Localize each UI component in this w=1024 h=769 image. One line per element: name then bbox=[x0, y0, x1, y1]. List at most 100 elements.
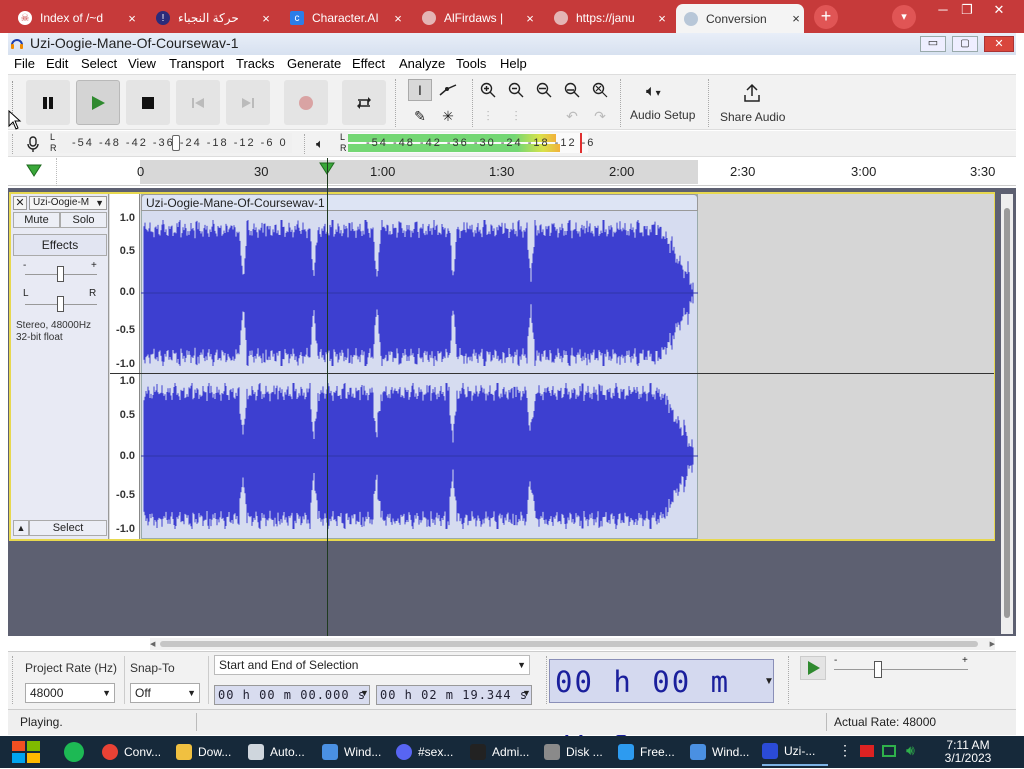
menu-select[interactable]: Select bbox=[81, 56, 117, 71]
track-empty-region[interactable] bbox=[698, 194, 994, 539]
pan-slider-thumb[interactable] bbox=[57, 296, 64, 312]
redo-icon[interactable]: ↷ bbox=[588, 105, 612, 127]
window-minimize-button[interactable]: ▭ bbox=[920, 36, 946, 52]
fit-project-icon[interactable] bbox=[560, 79, 584, 101]
tab-close-icon[interactable]: × bbox=[788, 11, 804, 26]
more-icon[interactable]: ⋮ bbox=[838, 742, 852, 759]
clip-title[interactable]: Uzi-Oogie-Mane-Of-Coursewav-1 bbox=[141, 194, 698, 211]
fit-selection-icon[interactable] bbox=[532, 79, 556, 101]
taskbar-item[interactable]: Dow... bbox=[176, 738, 242, 766]
menu-transport[interactable]: Transport bbox=[169, 56, 224, 71]
audio-clip[interactable] bbox=[141, 194, 698, 539]
speaker-output-icon[interactable]: 🔈︎ bbox=[316, 136, 324, 152]
toolbar-grip[interactable] bbox=[546, 656, 548, 704]
tab-search-chevron-icon[interactable]: ▾ bbox=[892, 5, 916, 29]
zoom-toggle-icon[interactable] bbox=[588, 79, 612, 101]
chevron-down-icon[interactable]: ▼ bbox=[764, 676, 774, 687]
menu-effect[interactable]: Effect bbox=[352, 56, 385, 71]
skip-to-start-button[interactable] bbox=[176, 80, 220, 125]
taskbar-item[interactable]: Conv... bbox=[102, 738, 170, 766]
play-speed-slider-thumb[interactable] bbox=[874, 661, 882, 678]
amplitude-scale[interactable]: 1.0 0.5 0.0 -0.5 -1.0 1.0 0.5 0.0 -0.5 -… bbox=[110, 194, 140, 539]
toolbar-grip[interactable] bbox=[788, 656, 790, 704]
scroll-left-icon[interactable]: ◀ bbox=[150, 640, 155, 648]
toolbar-grip[interactable] bbox=[395, 79, 397, 127]
record-button[interactable] bbox=[284, 80, 328, 125]
menu-edit[interactable]: Edit bbox=[46, 56, 68, 71]
taskbar-item-active[interactable]: Uzi-... bbox=[762, 738, 828, 766]
browser-tab-active[interactable]: Conversion × bbox=[676, 4, 804, 33]
play-speed-slider[interactable] bbox=[834, 669, 968, 670]
window-maximize-button[interactable]: ▢ bbox=[952, 36, 978, 52]
taskbar-item[interactable]: Auto... bbox=[248, 738, 314, 766]
toolbar-grip[interactable] bbox=[12, 134, 14, 154]
playback-time-display[interactable]: 00 h 00 m 47 s bbox=[549, 659, 774, 743]
play-at-speed-button[interactable] bbox=[800, 656, 826, 680]
track-close-icon[interactable]: ✕ bbox=[13, 196, 27, 210]
envelope-tool-icon[interactable] bbox=[436, 79, 460, 101]
scroll-right-icon[interactable]: ▶ bbox=[990, 640, 995, 648]
window-close-button[interactable]: ✕ bbox=[984, 36, 1014, 52]
microphone-icon[interactable] bbox=[26, 136, 40, 155]
volume-icon[interactable]: 🔊︎ bbox=[906, 742, 915, 759]
draw-tool-icon[interactable]: ✎ bbox=[408, 105, 432, 127]
collapse-track-icon[interactable]: ▲ bbox=[13, 520, 29, 536]
toolbar-grip[interactable] bbox=[304, 134, 306, 154]
play-button[interactable] bbox=[76, 80, 120, 125]
toolbar-grip[interactable] bbox=[12, 656, 14, 704]
snap-to-select[interactable]: Off ▼ bbox=[130, 683, 200, 703]
menu-tools[interactable]: Tools bbox=[456, 56, 486, 71]
flag-icon[interactable] bbox=[860, 745, 874, 757]
audio-setup-button[interactable]: 🔈︎▾ Audio Setup bbox=[626, 77, 700, 127]
trim-audio-icon[interactable]: ⫶ bbox=[476, 105, 500, 127]
pause-button[interactable] bbox=[26, 80, 70, 125]
horizontal-scrollbar[interactable]: ◀ ▶ bbox=[150, 638, 995, 650]
toolbar-grip[interactable] bbox=[472, 79, 474, 127]
track-name-menu[interactable]: Uzi-Oogie-M ▼ bbox=[29, 196, 107, 210]
gain-slider-thumb[interactable] bbox=[57, 266, 64, 282]
selection-mode-select[interactable]: Start and End of Selection ▼ bbox=[214, 655, 530, 675]
tab-close-icon[interactable]: × bbox=[654, 11, 670, 26]
undo-icon[interactable]: ↶ bbox=[560, 105, 584, 127]
chevron-down-icon[interactable]: ▼ bbox=[360, 688, 369, 698]
menu-help[interactable]: Help bbox=[500, 56, 527, 71]
loop-button[interactable] bbox=[342, 80, 386, 125]
zoom-out-icon[interactable] bbox=[504, 79, 528, 101]
menu-analyze[interactable]: Analyze bbox=[399, 56, 445, 71]
start-button[interactable] bbox=[10, 738, 42, 766]
vertical-scrollbar[interactable] bbox=[1001, 194, 1013, 634]
new-tab-button[interactable]: + bbox=[814, 5, 838, 29]
tab-close-icon[interactable]: × bbox=[258, 11, 274, 26]
browser-tab[interactable]: https://janu × bbox=[546, 5, 670, 31]
taskbar-item[interactable]: Admi... bbox=[470, 738, 536, 766]
vertical-scrollbar-thumb[interactable] bbox=[1004, 208, 1010, 618]
browser-close-icon[interactable]: ✕ bbox=[984, 1, 1014, 19]
select-track-button[interactable]: Select bbox=[29, 520, 107, 536]
menu-tracks[interactable]: Tracks bbox=[236, 56, 275, 71]
toolbar-grip[interactable] bbox=[620, 79, 622, 127]
spotify-icon[interactable] bbox=[64, 742, 84, 762]
tab-close-icon[interactable]: × bbox=[522, 11, 538, 26]
system-clock[interactable]: 7:11 AM 3/1/2023 bbox=[940, 739, 996, 765]
multi-tool-icon[interactable]: ✳ bbox=[436, 105, 460, 127]
browser-tab[interactable]: ☠ Index of /~d × bbox=[10, 5, 140, 31]
tab-close-icon[interactable]: × bbox=[124, 11, 140, 26]
toolbar-grip[interactable] bbox=[708, 79, 710, 127]
menu-file[interactable]: File bbox=[14, 56, 35, 71]
taskbar-item[interactable]: #sex... bbox=[396, 738, 462, 766]
horizontal-scrollbar-thumb[interactable] bbox=[160, 641, 978, 647]
solo-button[interactable]: Solo bbox=[60, 212, 107, 228]
mute-button[interactable]: Mute bbox=[13, 212, 60, 228]
taskbar-item[interactable]: Wind... bbox=[322, 738, 388, 766]
selection-end-time[interactable]: 00 h 02 m 19.344 s bbox=[376, 685, 532, 705]
browser-tab[interactable]: AlFirdaws | × bbox=[414, 5, 538, 31]
skip-to-end-button[interactable] bbox=[226, 80, 270, 125]
silence-audio-icon[interactable]: ⫶ bbox=[504, 105, 528, 127]
effects-button[interactable]: Effects bbox=[13, 234, 107, 256]
selection-start-time[interactable]: 00 h 00 m 00.000 s bbox=[214, 685, 370, 705]
browser-restore-icon[interactable]: ❐ bbox=[952, 1, 982, 19]
zoom-in-icon[interactable] bbox=[476, 79, 500, 101]
project-rate-select[interactable]: 48000 ▼ bbox=[25, 683, 115, 703]
network-icon[interactable] bbox=[882, 745, 896, 757]
chevron-down-icon[interactable]: ▼ bbox=[522, 688, 531, 698]
